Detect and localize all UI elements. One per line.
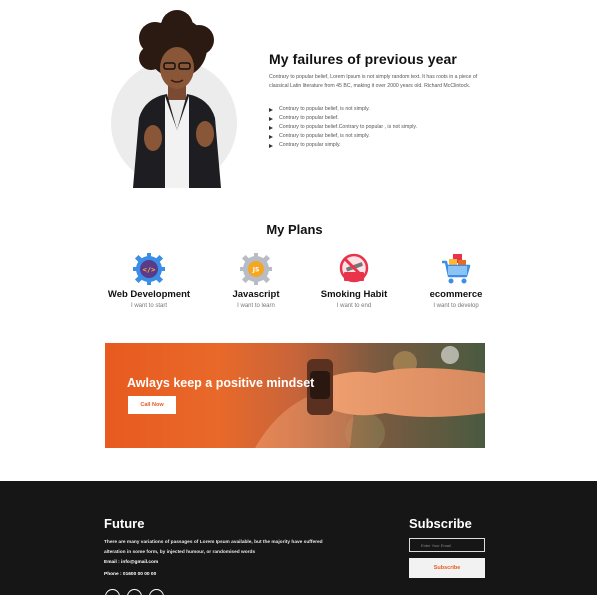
list-item: Contrary to popular belief, is not simpl… [269,132,417,141]
footer: Future There are many variations of pass… [0,481,597,595]
footer-phone: Phone : 01600 00 00 00 [104,572,157,577]
shopping-cart-icon [442,254,471,284]
plan-subtitle: I want to learn [237,303,275,309]
twitter-icon[interactable] [127,589,142,595]
plan-name: ecommerce [429,289,483,300]
woman-portrait-image [133,10,221,188]
list-item: Contrary to popular belief, is not simpl… [269,105,417,114]
plan-name: Smoking Habit [320,289,388,300]
plans-title: My Plans [266,222,323,237]
plan-name: Javascript [232,289,280,300]
svg-text:JS: JS [252,267,260,274]
failures-title: My failures of previous year [269,51,457,67]
js-gear-icon: JS [240,253,272,285]
list-item: Contrary to popular belief. [269,114,417,123]
plan-card-smoking-habit: Smoking Habit I want to end [304,252,404,309]
footer-brand-title: Future [104,516,145,531]
triangle-bullet-icon [269,125,273,130]
footer-description: There are many variations of passages of… [104,540,323,555]
plan-subtitle: I want to start [130,303,167,309]
call-now-button[interactable]: Call Now [128,396,176,414]
banner-title: Awlays keep a positive mindset [127,376,315,390]
email-field[interactable] [409,538,485,552]
list-item: Contrary to popular belief.Contrary to p… [269,123,417,132]
plan-subtitle: I want to develop [433,303,479,309]
list-item: Contrary to popular simply. [269,141,417,150]
triangle-bullet-icon [269,107,273,112]
failures-list: Contrary to popular belief, is not simpl… [269,105,417,150]
subscribe-button[interactable]: Subscribe [409,558,485,578]
triangle-bullet-icon [269,134,273,139]
plan-card-javascript: JS Javascript I want to learn [206,252,306,309]
mindset-banner: Awlays keep a positive mindset Call Now [105,343,485,448]
plan-card-ecommerce: ecommerce I want to develop [406,252,506,309]
footer-email: Email : info@gmail.com [104,560,159,565]
plan-name: Web Development [107,289,191,300]
subscribe-title: Subscribe [409,516,472,531]
no-smoking-icon [339,253,369,283]
facebook-icon[interactable] [105,589,120,595]
plan-card-web-development: </> Web Development I want to start [99,252,199,309]
svg-text:</>: </> [143,266,156,274]
failures-description: Contrary to popular belief, Lorem Ipsum … [269,74,478,89]
failures-section: My failures of previous year Contrary to… [0,0,597,210]
triangle-bullet-icon [269,116,273,121]
code-gear-icon: </> [133,253,165,285]
instagram-icon[interactable] [149,589,164,595]
triangle-bullet-icon [269,143,273,148]
plan-subtitle: I want to end [336,303,372,309]
